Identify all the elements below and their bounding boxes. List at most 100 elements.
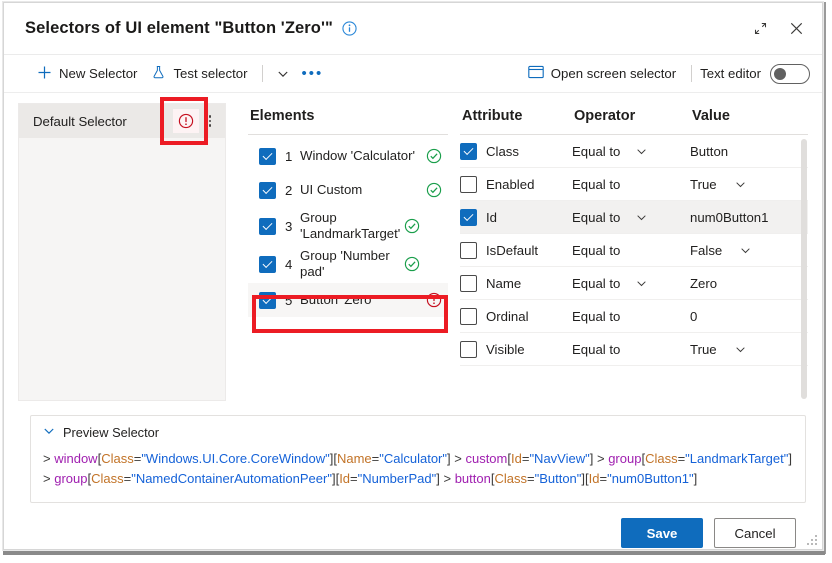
elements-column: Elements 1 Window 'Calculator' 2 UI Cust… bbox=[248, 103, 448, 401]
attribute-value-label-name: Zero bbox=[690, 275, 718, 291]
attribute-value-visible[interactable]: True bbox=[690, 342, 808, 357]
attributes-scrollbar[interactable] bbox=[801, 139, 807, 399]
attribute-operator-name[interactable]: Equal to bbox=[572, 276, 690, 291]
attribute-value-label-id: num0Button1 bbox=[690, 209, 769, 225]
attributes-scrollbar-thumb[interactable] bbox=[801, 139, 807, 399]
attribute-operator-isdefault[interactable]: Equal to bbox=[572, 243, 690, 258]
selector-more-icon[interactable] bbox=[199, 109, 221, 133]
preview-selector-toggle[interactable]: Preview Selector bbox=[43, 425, 793, 440]
attributes-header-value: Value bbox=[692, 108, 730, 124]
attribute-checkbox-class[interactable] bbox=[460, 142, 477, 160]
element-checkbox-5[interactable] bbox=[259, 291, 276, 309]
attribute-row-ordinal[interactable]: Ordinal Equal to 0 bbox=[460, 300, 808, 333]
save-button[interactable]: Save bbox=[621, 518, 703, 548]
preview-token-attr: Id bbox=[588, 471, 600, 486]
selectors-dialog: Selectors of UI element "Button 'Zero'" bbox=[3, 2, 823, 550]
chevron-down-icon[interactable] bbox=[636, 278, 647, 289]
attribute-value-id[interactable]: num0Button1 bbox=[690, 210, 808, 225]
selector-item-default[interactable]: Default Selector bbox=[19, 104, 225, 138]
detail-pane: Elements 1 Window 'Calculator' 2 UI Cust… bbox=[226, 103, 808, 401]
element-row-5[interactable]: 5 Button 'Zero' bbox=[248, 283, 448, 317]
preview-line-1: > window[Class="Windows.UI.Core.CoreWind… bbox=[43, 449, 793, 469]
chevron-down-icon[interactable] bbox=[636, 212, 647, 223]
preview-token-val: "Calculator" bbox=[379, 451, 448, 466]
attribute-checkbox-ordinal[interactable] bbox=[460, 307, 477, 325]
attribute-row-visible[interactable]: Visible Equal to True bbox=[460, 333, 808, 366]
attribute-operator-label-id: Equal to bbox=[572, 209, 621, 225]
cancel-button[interactable]: Cancel bbox=[714, 518, 796, 548]
test-selector-button[interactable]: Test selector bbox=[144, 61, 254, 87]
info-circle-icon[interactable] bbox=[342, 21, 358, 37]
attribute-value-name[interactable]: Zero bbox=[690, 276, 808, 291]
dialog-footer: Save Cancel bbox=[4, 503, 822, 563]
preview-token-val: "NavView" bbox=[529, 451, 590, 466]
preview-token-elem: custom bbox=[465, 451, 508, 466]
open-screen-selector-button[interactable]: Open screen selector bbox=[521, 61, 683, 86]
attribute-checkbox-wrap-enabled bbox=[460, 175, 486, 193]
attribute-operator-class[interactable]: Equal to bbox=[572, 144, 690, 159]
preview-token-pun: = bbox=[526, 471, 535, 486]
attribute-operator-ordinal[interactable]: Equal to bbox=[572, 309, 690, 324]
attribute-checkbox-wrap-ordinal bbox=[460, 307, 486, 325]
chevron-down-icon[interactable] bbox=[271, 64, 295, 84]
element-status-ok-icon-3 bbox=[402, 218, 422, 234]
attribute-checkbox-id[interactable] bbox=[460, 208, 477, 226]
attributes-list: Class Equal to Button Enabled Equal to T… bbox=[460, 135, 808, 401]
selector-item-label: Default Selector bbox=[33, 113, 127, 129]
preview-token-attr: Name bbox=[336, 451, 372, 466]
attribute-value-label-isdefault: False bbox=[690, 242, 723, 258]
attribute-operator-enabled[interactable]: Equal to bbox=[572, 177, 690, 192]
attribute-operator-visible[interactable]: Equal to bbox=[572, 342, 690, 357]
element-row-4[interactable]: 4 Group 'Number pad' bbox=[248, 245, 448, 283]
attribute-checkbox-visible[interactable] bbox=[460, 340, 477, 358]
expand-diagonal-icon[interactable] bbox=[742, 13, 778, 45]
resize-grip[interactable] bbox=[807, 535, 817, 545]
ellipsis-icon[interactable]: ••• bbox=[295, 65, 329, 83]
chevron-down-icon[interactable] bbox=[740, 245, 751, 256]
open-screen-selector-label: Open screen selector bbox=[550, 66, 677, 81]
element-status-ok-icon-4 bbox=[402, 256, 422, 272]
element-row-2[interactable]: 2 UI Custom bbox=[248, 173, 448, 207]
preview-token-elem: group bbox=[54, 471, 88, 486]
attribute-row-class[interactable]: Class Equal to Button bbox=[460, 135, 808, 168]
selector-error-icon[interactable] bbox=[173, 109, 199, 133]
preview-token-val: "NamedContainerAutomationPeer" bbox=[131, 471, 332, 486]
test-selector-label: Test selector bbox=[173, 66, 248, 81]
new-selector-label: New Selector bbox=[59, 66, 138, 81]
element-row-1[interactable]: 1 Window 'Calculator' bbox=[248, 139, 448, 173]
preview-token-attr: Class bbox=[494, 471, 527, 486]
attribute-value-isdefault[interactable]: False bbox=[690, 243, 808, 258]
chevron-down-icon bbox=[43, 425, 55, 440]
chevron-down-icon[interactable] bbox=[735, 179, 746, 190]
attribute-value-label-enabled: True bbox=[690, 176, 717, 192]
flask-icon bbox=[151, 65, 166, 83]
close-x-icon[interactable] bbox=[778, 13, 814, 45]
attribute-value-ordinal[interactable]: 0 bbox=[690, 309, 808, 324]
chevron-down-icon[interactable] bbox=[636, 146, 647, 157]
element-checkbox-1[interactable] bbox=[259, 147, 276, 165]
attribute-value-class[interactable]: Button bbox=[690, 144, 808, 159]
attribute-operator-id[interactable]: Equal to bbox=[572, 210, 690, 225]
attribute-row-enabled[interactable]: Enabled Equal to True bbox=[460, 168, 808, 201]
attribute-row-id[interactable]: Id Equal to num0Button1 bbox=[460, 201, 808, 234]
preview-selector-code: > window[Class="Windows.UI.Core.CoreWind… bbox=[43, 449, 793, 489]
attribute-operator-label-class: Equal to bbox=[572, 143, 621, 159]
text-editor-toggle[interactable] bbox=[770, 63, 810, 84]
attribute-checkbox-wrap-name bbox=[460, 274, 486, 292]
attribute-checkbox-name[interactable] bbox=[460, 274, 477, 292]
attribute-checkbox-enabled[interactable] bbox=[460, 175, 477, 193]
attribute-row-isdefault[interactable]: IsDefault Equal to False bbox=[460, 234, 808, 267]
element-checkbox-4[interactable] bbox=[259, 255, 276, 273]
attribute-value-enabled[interactable]: True bbox=[690, 177, 808, 192]
new-selector-button[interactable]: New Selector bbox=[30, 61, 144, 87]
preview-token-attr: Id bbox=[339, 471, 351, 486]
chevron-down-icon[interactable] bbox=[735, 344, 746, 355]
element-checkbox-3[interactable] bbox=[259, 217, 276, 235]
element-row-3[interactable]: 3 Group 'LandmarkTarget' bbox=[248, 207, 448, 245]
attribute-row-name[interactable]: Name Equal to Zero bbox=[460, 267, 808, 300]
attribute-checkbox-wrap-visible bbox=[460, 340, 486, 358]
preview-token-elem: group bbox=[608, 451, 642, 466]
element-index-2: 2 bbox=[285, 182, 293, 198]
element-checkbox-2[interactable] bbox=[259, 181, 276, 199]
attribute-checkbox-isdefault[interactable] bbox=[460, 241, 477, 259]
